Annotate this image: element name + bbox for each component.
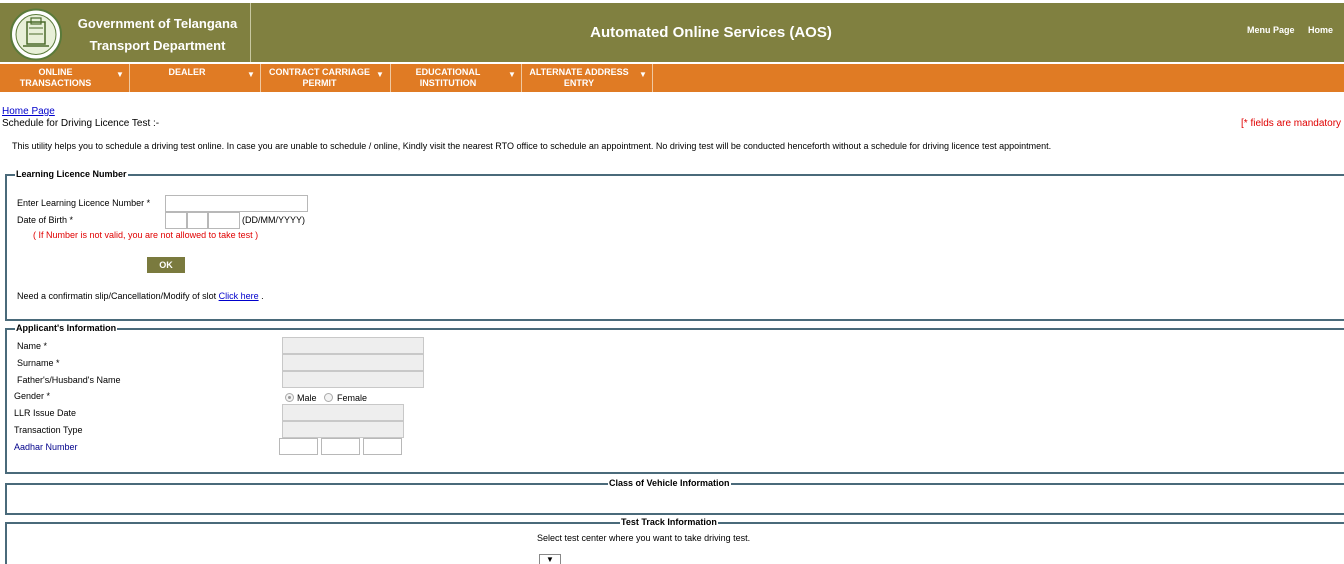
vehicle-class-section: Class of Vehicle Information [5, 478, 1344, 515]
father-name-label: Father's/Husband's Name [17, 375, 121, 385]
menu-label-line1: EDUCATIONAL [415, 67, 481, 77]
menu-dealer[interactable]: DEALER ▼ [130, 64, 261, 92]
dob-year-input[interactable] [208, 212, 240, 229]
chevron-down-icon: ▼ [376, 70, 384, 79]
chevron-down-icon: ▼ [508, 70, 516, 79]
name-field[interactable] [282, 337, 424, 354]
menu-label-line2: INSTITUTION [419, 78, 477, 88]
transaction-type-label: Transaction Type [14, 425, 83, 435]
department-title: Government of Telangana Transport Depart… [70, 13, 245, 57]
surname-label: Surname * [17, 358, 60, 368]
gender-male-radio[interactable] [285, 393, 294, 402]
click-here-link[interactable]: Click here [219, 291, 259, 301]
gov-line-1: Government of Telangana [77, 16, 238, 31]
menu-label-line2: PERMIT [302, 78, 337, 88]
dob-day-input[interactable] [165, 212, 187, 229]
menu-educational-institution[interactable]: EDUCATIONAL INSTITUTION ▼ [391, 64, 522, 92]
chevron-down-icon: ▼ [116, 70, 124, 79]
ok-button[interactable]: OK [147, 257, 185, 273]
mandatory-note: [* fields are mandatory [1241, 118, 1342, 129]
menu-page-link[interactable]: Menu Page [1247, 25, 1295, 35]
slip-end: . [258, 291, 264, 301]
chevron-down-icon: ▼ [247, 70, 255, 79]
app-title: Automated Online Services (AOS) [590, 24, 832, 41]
father-name-field[interactable] [282, 371, 424, 388]
breadcrumb-home-page[interactable]: Home Page [2, 106, 55, 117]
intro-text: This utility helps you to schedule a dri… [12, 141, 1052, 151]
aadhar-part1-input[interactable] [279, 438, 318, 455]
menu-label-line1: DEALER [168, 67, 206, 77]
test-center-instruction: Select test center where you want to tak… [537, 533, 751, 543]
gov-line-2: Transport Department [89, 38, 226, 53]
test-center-select[interactable]: ▼ [539, 554, 561, 564]
gender-female-label: Female [337, 393, 368, 403]
slip-row: Need a confirmatin slip/Cancellation/Mod… [17, 291, 264, 301]
dropdown-arrow-icon: ▼ [546, 555, 554, 564]
menu-bar-filler [653, 64, 1344, 92]
telangana-emblem-icon [10, 8, 62, 61]
menu-label-line1: ONLINE [38, 67, 73, 77]
gender-female-radio[interactable] [324, 393, 333, 402]
dob-format-hint: (DD/MM/YYYY) [242, 215, 305, 225]
transaction-type-field[interactable] [282, 421, 404, 438]
ll-number-label: Enter Learning Licence Number * [17, 198, 151, 208]
llr-issue-date-label: LLR Issue Date [14, 408, 77, 418]
menu-online-transactions[interactable]: ONLINE TRANSACTIONS ▼ [0, 64, 130, 92]
section-legend: Class of Vehicle Information [608, 478, 731, 488]
menu-alternate-address-entry[interactable]: ALTERNATE ADDRESS ENTRY ▼ [522, 64, 653, 92]
dob-label: Date of Birth * [17, 215, 74, 225]
logo-box: Government of Telangana Transport Depart… [0, 3, 251, 62]
ll-validity-warning: ( If Number is not valid, you are not al… [33, 230, 259, 240]
aadhar-part3-input[interactable] [363, 438, 402, 455]
ll-number-input[interactable] [165, 195, 308, 212]
section-legend: Test Track Information [620, 517, 718, 527]
header-bar: Government of Telangana Transport Depart… [0, 3, 1344, 62]
section-legend: Applicant's Information [15, 323, 118, 333]
aadhar-number-label: Aadhar Number [14, 442, 78, 452]
section-legend: Learning Licence Number [15, 169, 128, 179]
dob-month-input[interactable] [187, 212, 208, 229]
home-link[interactable]: Home [1308, 25, 1333, 35]
gender-label: Gender * [14, 391, 51, 401]
page-title: Schedule for Driving Licence Test :- [2, 118, 160, 129]
llr-issue-date-field[interactable] [282, 404, 404, 421]
menu-label-line2: TRANSACTIONS [19, 78, 92, 88]
main-menu: ONLINE TRANSACTIONS ▼ DEALER ▼ CONTRACT … [0, 62, 1344, 92]
slip-text: Need a confirmatin slip/Cancellation/Mod… [17, 291, 219, 301]
menu-label-line1: ALTERNATE ADDRESS [529, 67, 629, 77]
surname-field[interactable] [282, 354, 424, 371]
chevron-down-icon: ▼ [639, 70, 647, 79]
test-track-section: Test Track Information [5, 517, 1344, 564]
aadhar-part2-input[interactable] [321, 438, 360, 455]
gender-male-label: Male [297, 393, 317, 403]
menu-label-line1: CONTRACT CARRIAGE [269, 67, 370, 77]
name-label: Name * [17, 341, 48, 351]
applicant-section: Applicant's Information [5, 323, 1344, 474]
menu-label-line2: ENTRY [563, 78, 595, 88]
menu-contract-carriage-permit[interactable]: CONTRACT CARRIAGE PERMIT ▼ [261, 64, 391, 92]
